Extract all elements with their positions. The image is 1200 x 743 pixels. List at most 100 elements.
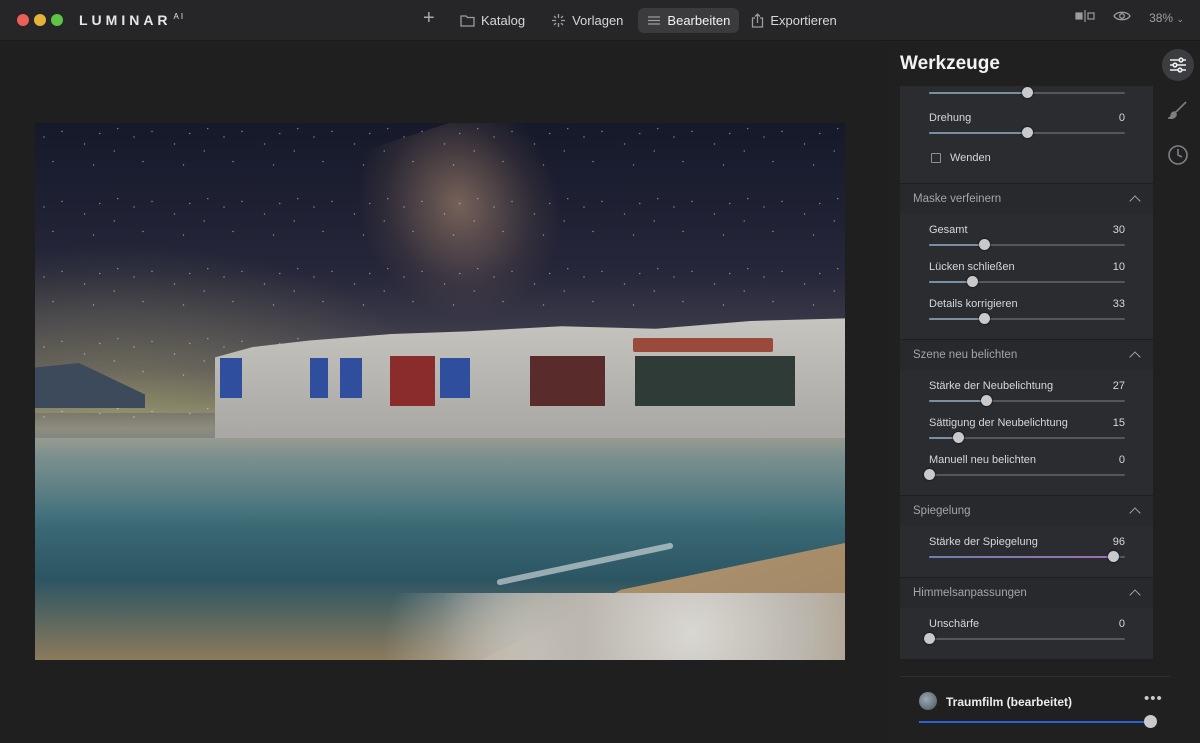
slider[interactable]: Details korrigieren 33 (900, 292, 1153, 329)
history-clock-icon[interactable] (1167, 144, 1189, 171)
nav-vorlagen-label: Vorlagen (572, 13, 624, 28)
image-canvas[interactable] (0, 42, 887, 743)
compare-icon[interactable] (1075, 10, 1095, 25)
slider-knob[interactable] (967, 276, 979, 287)
slider-label: Stärke der Neubelichtung (929, 380, 1054, 392)
section-header[interactable]: Maske verfeinern (900, 184, 1153, 214)
slider-knob[interactable] (1022, 87, 1033, 98)
flip-checkbox[interactable] (931, 153, 941, 163)
slider-knob[interactable] (924, 633, 935, 644)
edited-photo (35, 123, 845, 660)
slider[interactable]: Stärke der Neubelichtung 27 (900, 374, 1153, 411)
close-window-button[interactable] (17, 14, 29, 26)
chevron-up-icon[interactable] (1129, 507, 1141, 519)
eye-icon[interactable] (1113, 10, 1131, 25)
more-options-icon[interactable]: ••• (1144, 690, 1163, 707)
nav-bearbeiten[interactable]: Bearbeiten (638, 8, 740, 33)
slider[interactable]: Unschärfe 0 (900, 612, 1153, 649)
chevron-up-icon[interactable] (1129, 351, 1141, 363)
brush-icon[interactable] (1166, 101, 1188, 124)
minimize-window-button[interactable] (34, 14, 46, 26)
section-header[interactable]: Szene neu belichten (900, 340, 1153, 370)
section-title: Himmelsanpassungen (913, 587, 1027, 599)
panel-switcher (1162, 49, 1194, 171)
preset-amount-knob[interactable] (1144, 715, 1157, 728)
flip-checkbox-row[interactable]: Wenden (900, 143, 1153, 173)
slider-label: Manuell neu belichten (929, 454, 1037, 466)
tools-panel[interactable]: Drehung 0 Wenden Maske verfeinern Gesamt … (900, 86, 1153, 666)
slider-knob[interactable] (978, 239, 990, 250)
section-2: Spiegelung Stärke der Spiegelung 96 (900, 496, 1153, 578)
slider-fill (929, 281, 973, 283)
panel-title: Werkzeuge (900, 53, 1000, 74)
slider-value: 27 (1112, 380, 1125, 392)
slider-knob[interactable] (980, 395, 992, 406)
slider-knob[interactable] (978, 313, 990, 324)
preset-thumbnail (919, 692, 937, 710)
slider-fill (929, 400, 986, 402)
chevron-down-icon: ⌄ (1176, 13, 1184, 24)
slider-knob[interactable] (924, 469, 935, 480)
slider-previous[interactable] (900, 86, 1153, 106)
slider[interactable]: Sättigung der Neubelichtung 15 (900, 411, 1153, 448)
zoom-window-button[interactable] (51, 14, 63, 26)
slider-value: 0 (1118, 454, 1125, 466)
tools-sliders-icon[interactable] (1162, 49, 1194, 81)
slider-label: Unschärfe (929, 618, 980, 630)
section-1: Szene neu belichten Stärke der Neubelich… (900, 340, 1153, 496)
nav-bearbeiten-label: Bearbeiten (667, 13, 731, 28)
section-title: Szene neu belichten (913, 349, 1018, 361)
zoom-value: 38% (1149, 10, 1174, 25)
section-transform: Drehung 0 Wenden (900, 86, 1153, 184)
slider[interactable]: Manuell neu belichten 0 (900, 448, 1153, 485)
section-0: Maske verfeinern Gesamt 30 Lücken schlie… (900, 184, 1153, 340)
nav-katalog-label: Katalog (481, 13, 526, 28)
section-header[interactable]: Himmelsanpassungen (900, 578, 1153, 608)
slider-fill (929, 556, 1114, 558)
chevron-up-icon[interactable] (1129, 589, 1141, 601)
section-3: Himmelsanpassungen Unschärfe 0 (900, 578, 1153, 660)
slider[interactable]: Stärke der Spiegelung 96 (900, 530, 1153, 567)
zoom-dropdown[interactable]: 38% ⌄ (1149, 11, 1184, 25)
slider-label: Lücken schließen (929, 261, 1015, 273)
slider-value: 30 (1112, 224, 1125, 236)
slider-value: 0 (1118, 112, 1125, 124)
sliders-icon (648, 16, 661, 25)
nav-katalog[interactable]: Katalog (451, 8, 534, 33)
slider-drehung[interactable]: Drehung 0 (900, 106, 1153, 143)
title-bar: LUMINAR AI + Katalog Vorlagen Bearbeiten … (0, 0, 1200, 41)
section-title: Spiegelung (913, 505, 971, 517)
slider-value: 96 (1112, 536, 1125, 548)
app-logo: LUMINAR AI (79, 12, 186, 28)
slider-value: 33 (1112, 298, 1125, 310)
section-title: Maske verfeinern (913, 193, 1002, 205)
slider-knob[interactable] (953, 432, 965, 443)
preset-amount-track[interactable] (919, 721, 1151, 723)
luminar-window: LUMINAR AI + Katalog Vorlagen Bearbeiten … (0, 0, 1200, 743)
slider-fill (929, 318, 984, 320)
flip-label: Wenden (950, 152, 991, 164)
slider-value: 10 (1112, 261, 1125, 273)
slider-knob[interactable] (1108, 551, 1120, 562)
nav-vorlagen[interactable]: Vorlagen (542, 8, 632, 33)
slider-value: 0 (1118, 618, 1125, 630)
sparkle-icon (552, 14, 566, 27)
slider-fill (929, 244, 984, 246)
slider-label: Sättigung der Neubelichtung (929, 417, 1068, 429)
add-images-button[interactable]: + (423, 6, 435, 31)
nav-exportieren[interactable]: Exportieren (742, 8, 845, 33)
folder-icon (460, 15, 475, 27)
slider-knob[interactable] (1022, 127, 1033, 138)
preset-name: Traumfilm (bearbeitet) (946, 695, 1073, 709)
slider-label: Stärke der Spiegelung (929, 536, 1038, 548)
slider-label: Details korrigieren (929, 298, 1018, 310)
slider[interactable]: Gesamt 30 (900, 218, 1153, 255)
share-icon (752, 13, 764, 28)
slider-label: Drehung (929, 112, 972, 124)
nav-exportieren-label: Exportieren (770, 13, 837, 28)
preset-bar: Traumfilm (bearbeitet) ••• (900, 676, 1170, 743)
slider-label: Gesamt (929, 224, 968, 236)
section-header[interactable]: Spiegelung (900, 496, 1153, 526)
chevron-up-icon[interactable] (1129, 195, 1141, 207)
slider[interactable]: Lücken schließen 10 (900, 255, 1153, 292)
